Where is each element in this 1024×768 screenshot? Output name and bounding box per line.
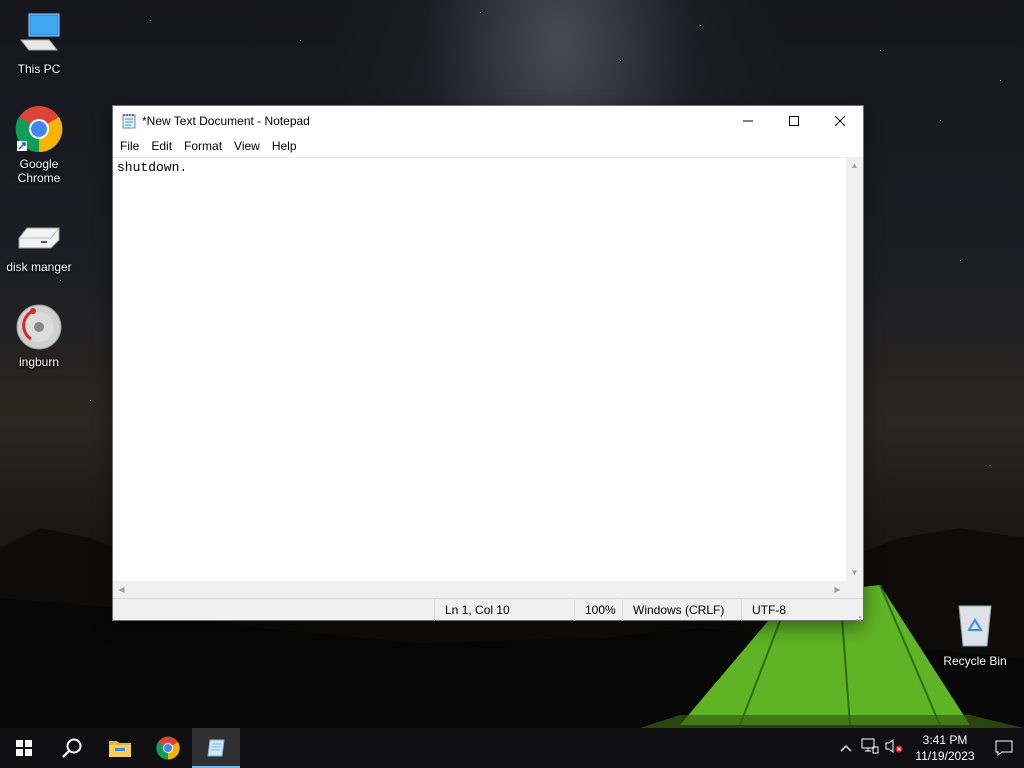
volume-button[interactable] (882, 738, 906, 759)
close-icon (835, 115, 845, 126)
text-editor[interactable]: shutdown. (113, 157, 846, 581)
minimize-button[interactable] (725, 106, 771, 135)
menu-file[interactable]: File (114, 139, 145, 153)
network-icon (861, 738, 879, 753)
desktop-icon-label: Google Chrome (17, 157, 61, 185)
computer-icon (15, 10, 63, 58)
desktop-icon-google-chrome[interactable]: Google Chrome (1, 105, 77, 185)
clock-date: 11/19/2023 (915, 749, 975, 763)
title-bar[interactable]: *New Text Document - Notepad (113, 106, 863, 135)
taskbar-notepad[interactable] (192, 728, 240, 768)
drive-icon (15, 220, 63, 256)
disc-icon (15, 303, 63, 351)
minimize-icon (743, 120, 753, 121)
status-encoding: UTF-8 (741, 599, 786, 621)
start-button[interactable] (0, 728, 48, 768)
recycle-bin-icon (951, 602, 999, 650)
search-button[interactable] (48, 728, 96, 768)
taskbar-file-explorer[interactable] (96, 728, 144, 768)
notification-icon (995, 740, 1013, 756)
notepad-window[interactable]: *New Text Document - Notepad File Edit F… (112, 105, 864, 621)
chrome-icon (15, 105, 63, 153)
status-line-ending: Windows (CRLF) (622, 599, 724, 621)
network-button[interactable] (858, 738, 882, 759)
scroll-left-icon[interactable]: ◀ (113, 581, 130, 598)
scrollbar-corner (846, 581, 863, 598)
vertical-scrollbar[interactable]: ▲ ▼ (846, 157, 863, 581)
menu-format[interactable]: Format (178, 139, 228, 153)
volume-muted-icon (885, 738, 903, 753)
search-icon (62, 738, 82, 758)
taskbar: 3:41 PM 11/19/2023 (0, 728, 1024, 768)
desktop-icon-disk-manager[interactable]: disk manger (1, 220, 77, 274)
show-hidden-icons-button[interactable] (834, 739, 858, 757)
desktop-icon-label: disk manger (6, 260, 72, 274)
desktop-icon-label: ingburn (18, 355, 60, 369)
desktop-icon-label: Recycle Bin (943, 654, 1007, 668)
menu-bar: File Edit Format View Help (113, 135, 863, 157)
maximize-icon (789, 115, 799, 126)
action-center-button[interactable] (984, 728, 1024, 768)
status-cursor-position: Ln 1, Col 10 (434, 599, 510, 621)
horizontal-scrollbar[interactable]: ◀ ▶ (113, 581, 846, 598)
menu-view[interactable]: View (228, 139, 266, 153)
status-bar: Ln 1, Col 10 100% Windows (CRLF) UTF-8 (113, 598, 863, 621)
file-explorer-icon (109, 741, 131, 757)
desktop-icon-label: This PC (17, 62, 61, 76)
desktop-icon-recycle-bin[interactable]: Recycle Bin (937, 602, 1013, 668)
scroll-down-icon[interactable]: ▼ (846, 564, 863, 581)
status-zoom: 100% (574, 599, 616, 621)
window-title: *New Text Document - Notepad (142, 113, 310, 128)
menu-help[interactable]: Help (266, 139, 303, 153)
maximize-button[interactable] (771, 106, 817, 135)
chrome-icon (156, 736, 180, 760)
desktop-icon-this-pc[interactable]: This PC (1, 10, 77, 76)
desktop-icon-ingburn[interactable]: ingburn (1, 303, 77, 369)
system-tray: 3:41 PM 11/19/2023 (834, 728, 1024, 768)
chevron-up-icon (840, 745, 852, 752)
taskbar-chrome[interactable] (144, 728, 192, 768)
scroll-right-icon[interactable]: ▶ (829, 581, 846, 598)
clock-time: 3:41 PM (922, 733, 968, 747)
resize-grip-icon[interactable] (853, 610, 861, 621)
close-button[interactable] (817, 106, 863, 135)
menu-edit[interactable]: Edit (145, 139, 178, 153)
scroll-up-icon[interactable]: ▲ (846, 157, 863, 174)
notepad-icon (121, 113, 137, 129)
clock[interactable]: 3:41 PM 11/19/2023 (912, 732, 978, 764)
notepad-icon (207, 739, 225, 757)
start-icon (16, 740, 32, 756)
